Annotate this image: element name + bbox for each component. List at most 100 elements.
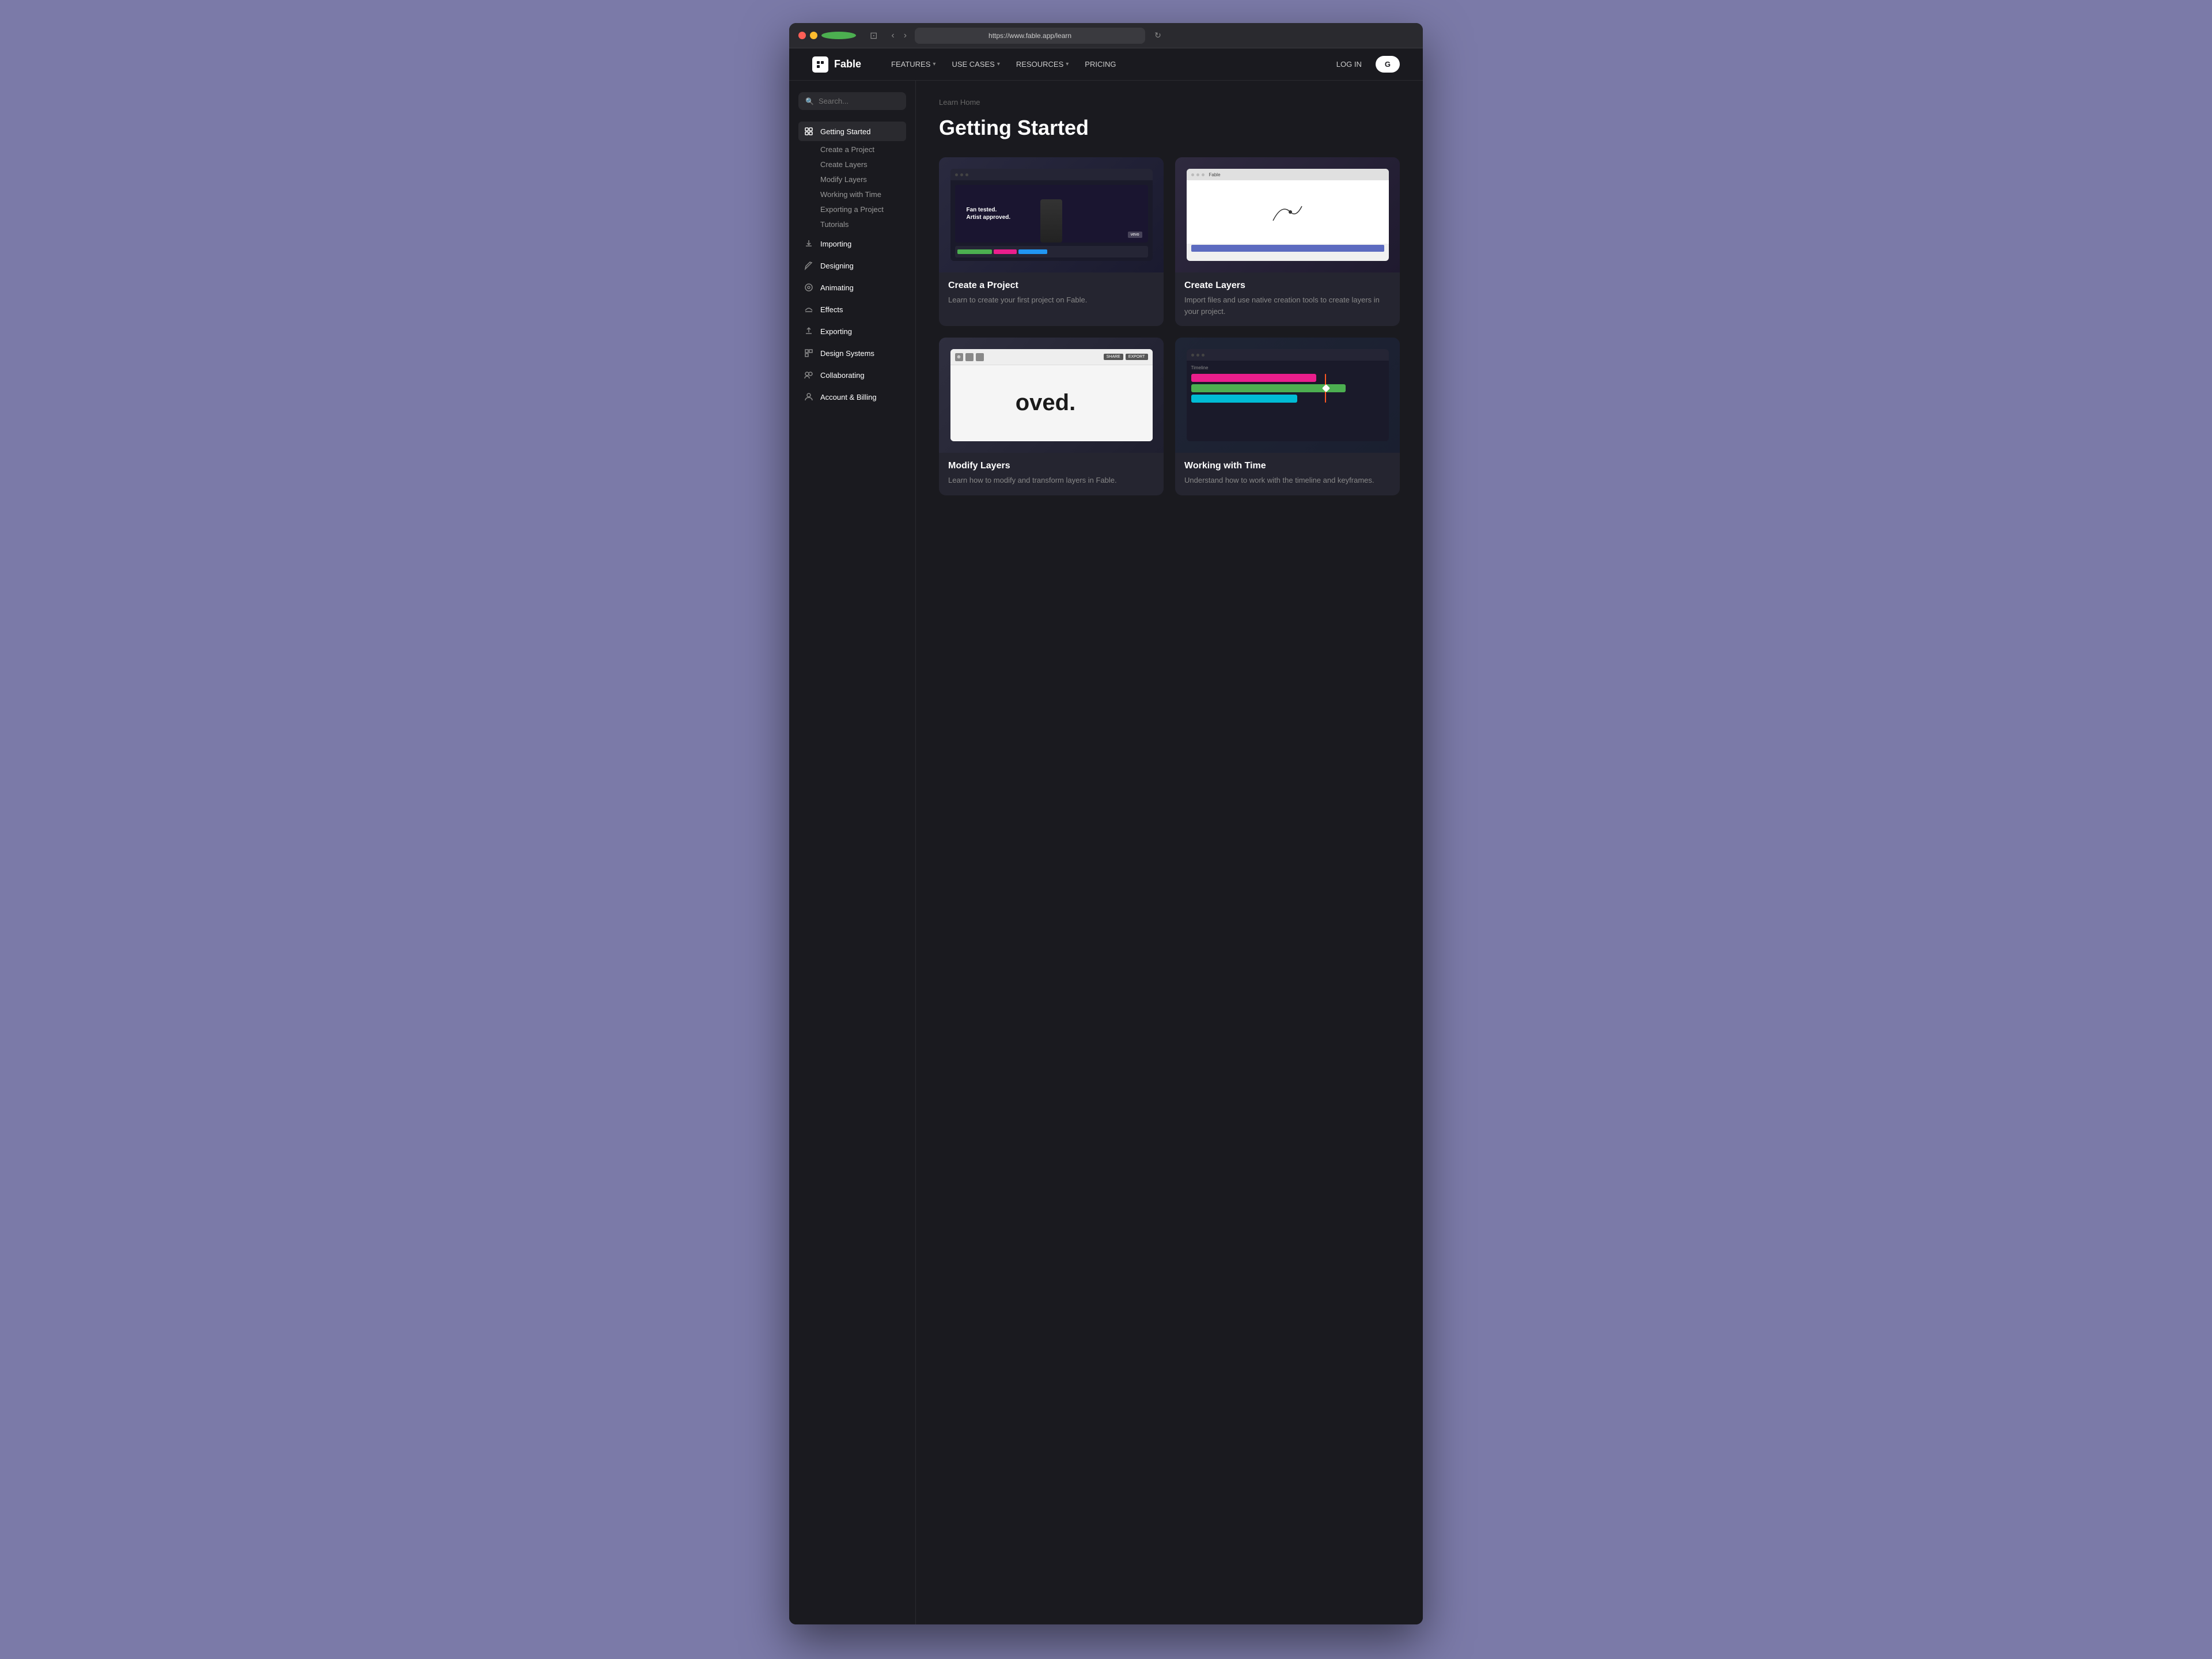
- animating-label: Animating: [820, 283, 854, 292]
- search-box[interactable]: 🔍: [798, 92, 906, 110]
- design-systems-label: Design Systems: [820, 349, 874, 358]
- sidebar-item-create-project[interactable]: Create a Project: [816, 142, 906, 157]
- logo-icon: [812, 56, 828, 73]
- card-working-with-time[interactable]: Timeline: [1175, 338, 1400, 495]
- top-navbar: Fable FEATURES ▾ USE CASES ▾ RESOURCES ▾…: [789, 48, 1423, 81]
- sidebar-item-tutorials[interactable]: Tutorials: [816, 217, 906, 232]
- sidebar-section-animating: Animating: [798, 278, 906, 297]
- url-text: https://www.fable.app/learn: [988, 32, 1071, 40]
- effects-label: Effects: [820, 305, 843, 314]
- importing-label: Importing: [820, 240, 851, 248]
- sidebar-toggle-icon[interactable]: ⊡: [866, 28, 881, 44]
- back-button[interactable]: ‹: [888, 29, 897, 42]
- nav-links: FEATURES ▾ USE CASES ▾ RESOURCES ▾ PRICI…: [884, 56, 1123, 72]
- sidebar-section-importing: Importing: [798, 234, 906, 253]
- sidebar-item-exporting[interactable]: Exporting: [798, 321, 906, 341]
- cards-grid: Fan tested. Artist approved. vevo: [939, 157, 1400, 495]
- card-create-layers[interactable]: Fable Create Layers: [1175, 157, 1400, 326]
- card-info-create-layers: Create Layers Import files and use nativ…: [1175, 272, 1400, 326]
- sidebar: 🔍 Getting Started: [789, 81, 916, 1624]
- exporting-label: Exporting: [820, 327, 852, 336]
- card-modify-layers[interactable]: ⊕ SHARE EXPORT oved.: [939, 338, 1164, 495]
- sidebar-item-account-billing[interactable]: Account & Billing: [798, 387, 906, 407]
- sidebar-item-animating[interactable]: Animating: [798, 278, 906, 297]
- card-thumbnail-create-project: Fan tested. Artist approved. vevo: [939, 157, 1164, 272]
- resources-chevron-icon: ▾: [1066, 61, 1069, 67]
- mock-editor-create-project: Fan tested. Artist approved. vevo: [950, 169, 1153, 261]
- animating-icon: [803, 282, 815, 293]
- sidebar-item-working-with-time[interactable]: Working with Time: [816, 187, 906, 202]
- breadcrumb[interactable]: Learn Home: [939, 98, 1400, 107]
- mock-editor-create-layers: Fable: [1187, 169, 1389, 261]
- card-desc-create-project: Learn to create your first project on Fa…: [948, 294, 1154, 306]
- logo-text: Fable: [834, 58, 861, 70]
- sidebar-item-modify-layers[interactable]: Modify Layers: [816, 172, 906, 187]
- design-systems-icon: [803, 347, 815, 359]
- card-desc-modify-layers: Learn how to modify and transform layers…: [948, 475, 1154, 486]
- use-cases-nav-link[interactable]: USE CASES ▾: [945, 56, 1006, 72]
- get-started-button[interactable]: G: [1376, 56, 1400, 73]
- sidebar-item-getting-started[interactable]: Getting Started: [798, 122, 906, 141]
- card-info-modify-layers: Modify Layers Learn how to modify and tr…: [939, 453, 1164, 495]
- collaborating-label: Collaborating: [820, 371, 865, 380]
- fullscreen-button[interactable]: [821, 32, 856, 39]
- browser-window: ⊡ ‹ › https://www.fable.app/learn ↻ Fabl…: [789, 23, 1423, 1624]
- card-title-working-with-time: Working with Time: [1184, 461, 1391, 471]
- search-input[interactable]: [819, 97, 899, 105]
- search-icon: 🔍: [805, 97, 814, 105]
- sidebar-section-effects: Effects: [798, 300, 906, 319]
- getting-started-label: Getting Started: [820, 127, 870, 136]
- features-chevron-icon: ▾: [933, 61, 935, 67]
- sidebar-item-designing[interactable]: Designing: [798, 256, 906, 275]
- minimize-button[interactable]: [810, 32, 817, 39]
- sidebar-item-design-systems[interactable]: Design Systems: [798, 343, 906, 363]
- card-thumbnail-working-time: Timeline: [1175, 338, 1400, 453]
- card-title-create-project: Create a Project: [948, 281, 1154, 291]
- card-info-create-project: Create a Project Learn to create your fi…: [939, 272, 1164, 315]
- card-thumbnail-modify-layers: ⊕ SHARE EXPORT oved.: [939, 338, 1164, 453]
- exporting-icon: [803, 325, 815, 337]
- card-info-working-with-time: Working with Time Understand how to work…: [1175, 453, 1400, 495]
- collaborating-icon: [803, 369, 815, 381]
- features-nav-link[interactable]: FEATURES ▾: [884, 56, 942, 72]
- login-button[interactable]: LOG IN: [1330, 56, 1369, 72]
- getting-started-sub-items: Create a Project Create Layers Modify La…: [798, 142, 906, 232]
- nav-arrows: ‹ ›: [888, 29, 910, 42]
- card-thumbnail-create-layers: Fable: [1175, 157, 1400, 272]
- forward-button[interactable]: ›: [900, 29, 910, 42]
- nav-right: LOG IN G: [1330, 56, 1400, 73]
- address-bar[interactable]: https://www.fable.app/learn: [915, 28, 1145, 44]
- card-create-project[interactable]: Fan tested. Artist approved. vevo: [939, 157, 1164, 326]
- mock-editor-working-with-time: Timeline: [1187, 349, 1389, 441]
- account-billing-label: Account & Billing: [820, 393, 877, 402]
- refresh-button[interactable]: ↻: [1154, 31, 1161, 40]
- sidebar-section-exporting: Exporting: [798, 321, 906, 341]
- account-billing-icon: [803, 391, 815, 403]
- effects-icon: [803, 304, 815, 315]
- content-area: 🔍 Getting Started: [789, 81, 1423, 1624]
- sidebar-section-collaborating: Collaborating: [798, 365, 906, 385]
- close-button[interactable]: [798, 32, 806, 39]
- pricing-nav-link[interactable]: PRICING: [1078, 56, 1123, 72]
- sidebar-item-exporting-project[interactable]: Exporting a Project: [816, 202, 906, 217]
- titlebar: ⊡ ‹ › https://www.fable.app/learn ↻: [789, 23, 1423, 48]
- resources-nav-link[interactable]: RESOURCES ▾: [1009, 56, 1075, 72]
- designing-label: Designing: [820, 262, 854, 270]
- sidebar-item-collaborating[interactable]: Collaborating: [798, 365, 906, 385]
- sidebar-item-create-layers[interactable]: Create Layers: [816, 157, 906, 172]
- importing-icon: [803, 238, 815, 249]
- mock-editor-modify-layers: ⊕ SHARE EXPORT oved.: [950, 349, 1153, 441]
- logo[interactable]: Fable: [812, 56, 861, 73]
- getting-started-icon: [803, 126, 815, 137]
- main-content: Learn Home Getting Started: [916, 81, 1423, 1624]
- card-title-create-layers: Create Layers: [1184, 281, 1391, 291]
- card-title-modify-layers: Modify Layers: [948, 461, 1154, 471]
- use-cases-chevron-icon: ▾: [997, 61, 1000, 67]
- card-desc-create-layers: Import files and use native creation too…: [1184, 294, 1391, 317]
- sidebar-section-design-systems: Design Systems: [798, 343, 906, 363]
- sidebar-item-importing[interactable]: Importing: [798, 234, 906, 253]
- page-title: Getting Started: [939, 116, 1400, 140]
- sidebar-item-effects[interactable]: Effects: [798, 300, 906, 319]
- sidebar-section-account-billing: Account & Billing: [798, 387, 906, 407]
- card-desc-working-with-time: Understand how to work with the timeline…: [1184, 475, 1391, 486]
